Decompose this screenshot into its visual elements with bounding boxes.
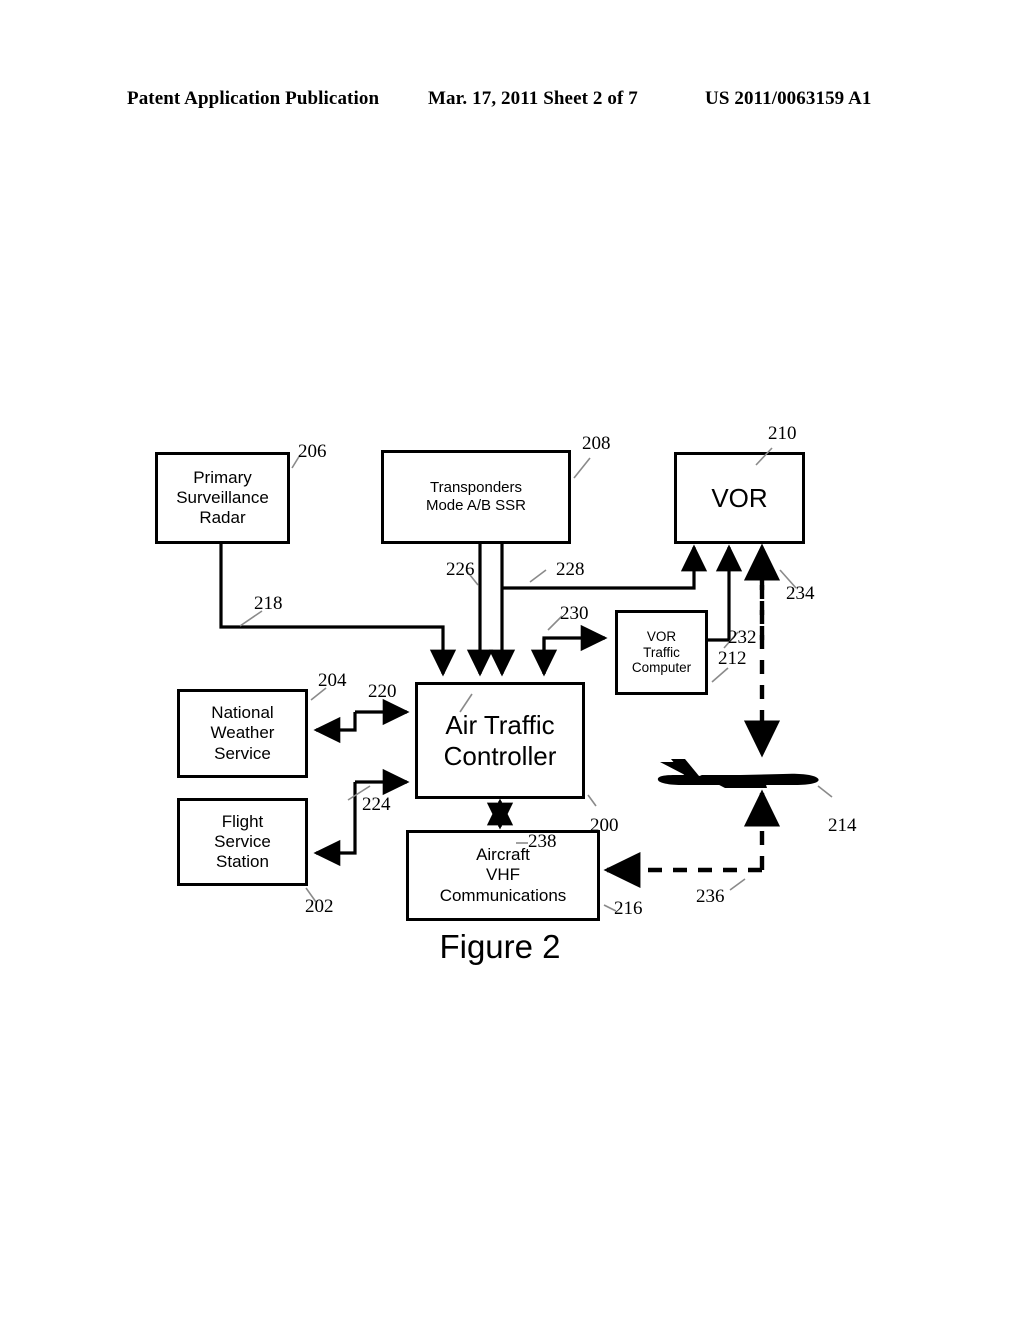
- node-air-traffic-controller[interactable]: Air Traffic Controller: [415, 682, 585, 799]
- reference-leader-lines: [239, 447, 833, 912]
- ref-234: 234: [786, 583, 815, 604]
- node-aircraft-vhf-communications[interactable]: Aircraft VHF Communications: [406, 830, 600, 921]
- ref-228: 228: [556, 559, 585, 580]
- wire-232: [708, 544, 743, 642]
- wire-220-to-nws: [313, 712, 357, 744]
- ref-202: 202: [305, 896, 334, 917]
- ref-230: 230: [560, 603, 589, 624]
- ref-216: 216: [614, 898, 643, 919]
- connector-lines: [219, 543, 781, 889]
- ref-210: 210: [768, 423, 797, 444]
- ref-220: 220: [368, 681, 397, 702]
- ref-238: 238: [528, 831, 557, 852]
- node-vor-traffic-computer[interactable]: VOR Traffic Computer: [615, 610, 708, 695]
- node-atc-label: Air Traffic Controller: [443, 709, 557, 771]
- ref-218: 218: [254, 593, 283, 614]
- node-vor[interactable]: VOR: [674, 452, 805, 544]
- node-vhf-label: Aircraft VHF Communications: [439, 845, 567, 905]
- wire-224-to-fss: [313, 782, 357, 867]
- node-fss-label: Flight Service Station: [214, 811, 271, 872]
- ref-206: 206: [298, 441, 327, 462]
- ref-232: 232: [728, 627, 757, 648]
- patent-drawing-page: Patent Application Publication Mar. 17, …: [0, 0, 1024, 1320]
- figure-2-diagram: Primary Surveillance Radar Transponders …: [0, 0, 1024, 1320]
- ref-214: 214: [828, 815, 857, 836]
- node-psr-label: Primary Surveillance Radar: [176, 467, 269, 528]
- node-vor-label: VOR: [711, 482, 768, 513]
- ref-224: 224: [362, 794, 391, 815]
- wire-230-into-vtc: [542, 624, 608, 674]
- wire-228: [502, 544, 708, 590]
- node-nws-label: National Weather Service: [210, 703, 275, 763]
- node-transponders-label: Transponders Mode A/B SSR: [425, 479, 527, 514]
- ref-236: 236: [696, 886, 725, 907]
- node-transponders[interactable]: Transponders Mode A/B SSR: [381, 450, 571, 544]
- figure-caption-text: Figure 2: [439, 928, 561, 965]
- node-national-weather-service[interactable]: National Weather Service: [177, 689, 308, 778]
- ref-200: 200: [590, 815, 619, 836]
- figure-caption: Figure 2: [0, 928, 1024, 966]
- ref-226: 226: [446, 559, 475, 580]
- node-flight-service-station[interactable]: Flight Service Station: [177, 798, 308, 886]
- node-primary-surveillance-radar[interactable]: Primary Surveillance Radar: [155, 452, 290, 544]
- ref-212: 212: [718, 648, 747, 669]
- node-vor-traffic-computer-label: VOR Traffic Computer: [631, 628, 692, 676]
- aircraft-icon: [657, 759, 819, 788]
- ref-208: 208: [582, 433, 611, 454]
- ref-204: 204: [318, 670, 347, 691]
